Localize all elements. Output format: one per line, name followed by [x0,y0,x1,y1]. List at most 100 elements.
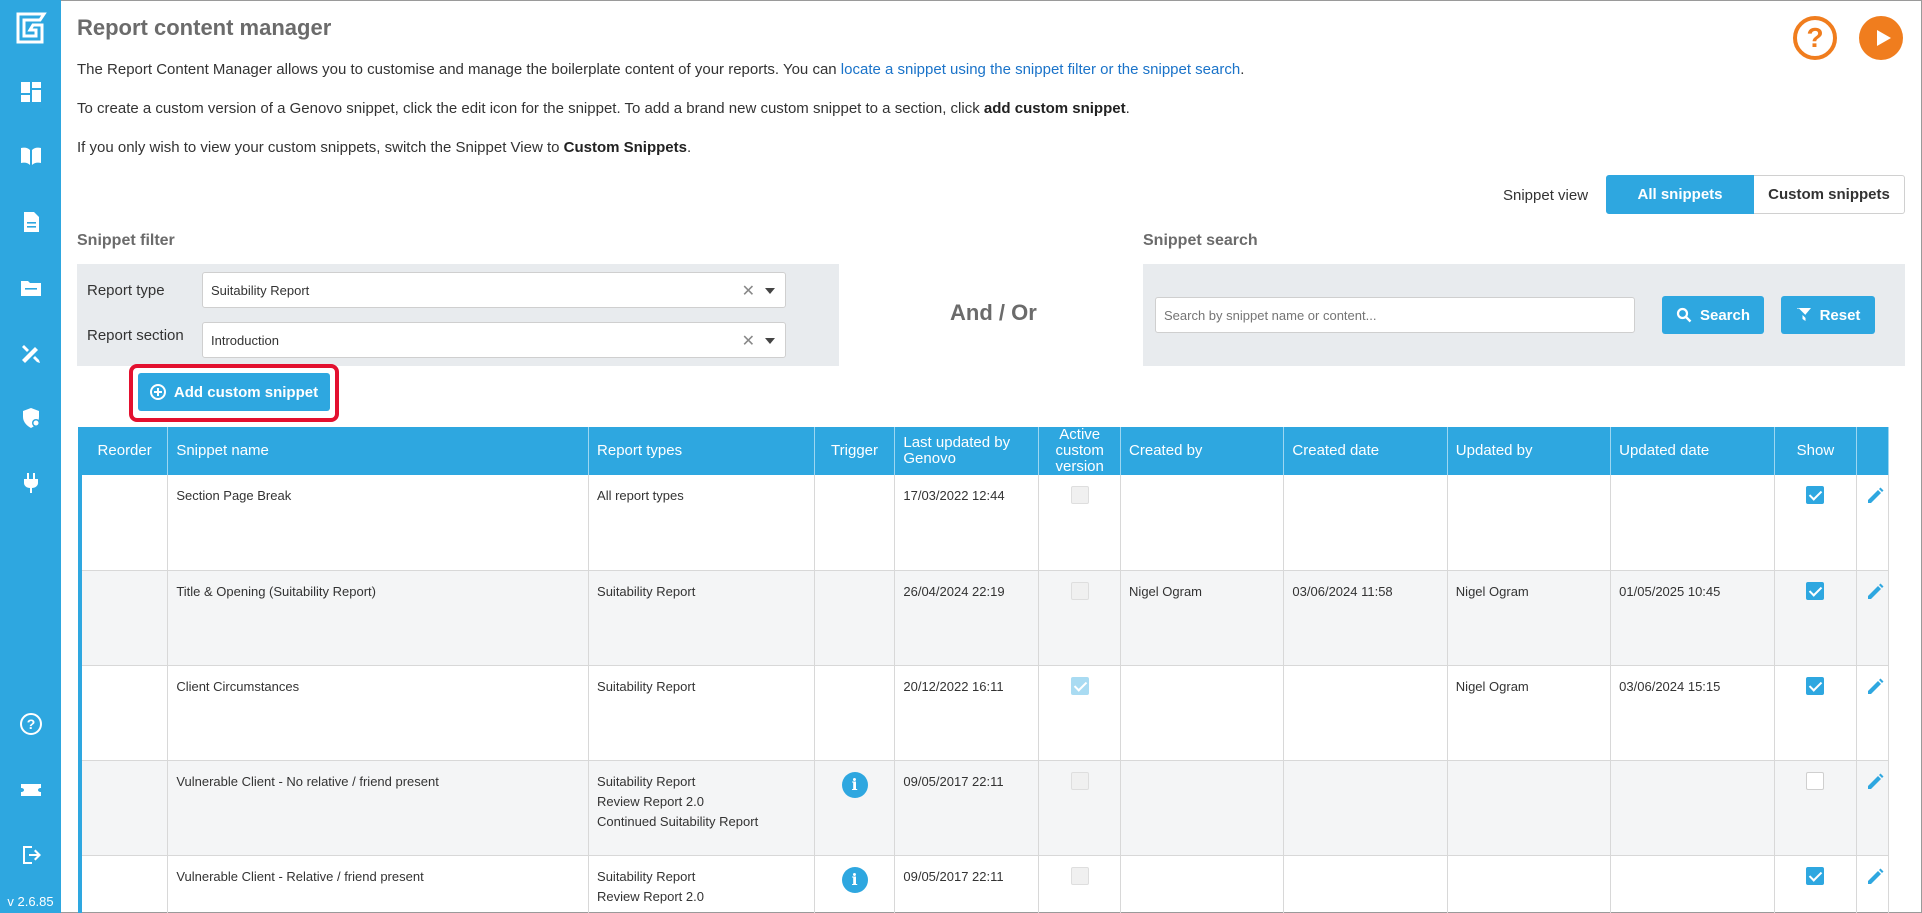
intro-text: If you only wish to view your custom sni… [77,139,564,156]
show-checkbox[interactable] [1806,866,1825,885]
created-date-cell: 03/06/2024 11:58 [1283,570,1448,666]
col-trigger[interactable]: Trigger [814,427,896,475]
report-section-select[interactable]: Introduction ✕ [202,322,786,358]
col-report-types[interactable]: Report types [588,427,815,475]
show-cell [1774,475,1858,571]
edit-icon[interactable] [1865,678,1885,700]
svg-text:?: ? [27,716,36,732]
play-icon [1876,30,1891,46]
snippet-view-label: Snippet view [1503,187,1589,204]
table-row[interactable]: Vulnerable Client - Relative / friend pr… [78,855,1889,913]
show-checkbox[interactable] [1806,486,1825,504]
created-date-cell [1283,665,1448,761]
tools-icon[interactable] [18,341,44,367]
locate-snippet-link[interactable]: locate a snippet using the snippet filte… [841,61,1240,78]
chevron-down-icon[interactable] [765,288,775,294]
dashboard-icon[interactable] [18,79,44,105]
edit-icon[interactable] [1865,487,1885,509]
app-logo[interactable] [12,10,48,46]
search-button[interactable]: Search [1662,296,1764,334]
intro-text: . [1240,61,1245,78]
col-created-by[interactable]: Created by [1120,427,1285,475]
col-active-custom[interactable]: Active custom version [1038,427,1122,475]
updated-by-cell [1447,760,1612,856]
document-icon[interactable] [18,209,44,235]
table-row[interactable]: Section Page Break All report types 17/03/… [78,475,1889,571]
play-tutorial-button[interactable] [1859,16,1903,60]
updated-by-cell: Nigel Ogram [1447,570,1612,666]
edit-cell [1856,665,1889,761]
edit-icon[interactable] [1865,773,1885,795]
help-icon[interactable]: ? [18,711,44,737]
created-by-cell [1120,855,1285,913]
clear-icon[interactable]: ✕ [742,331,755,351]
search-button-label: Search [1699,306,1751,324]
edit-icon[interactable] [1865,583,1885,605]
add-custom-snippet-label: Add custom snippet [173,383,319,401]
active-custom-cell [1038,760,1122,856]
filter-clear-icon [1796,308,1811,322]
last-updated-cell: 20/12/2022 16:11 [894,665,1040,761]
created-date-cell [1283,855,1448,913]
snippet-name-cell: Vulnerable Client - Relative / friend pr… [167,855,590,913]
active-custom-cell [1038,665,1122,761]
shield-settings-icon[interactable] [18,405,44,431]
clear-icon[interactable]: ✕ [742,281,755,301]
trigger-cell: i [814,855,896,913]
show-checkbox[interactable] [1806,676,1825,695]
show-cell [1774,760,1858,856]
reorder-cell[interactable] [78,570,169,666]
trigger-cell [814,475,896,571]
table-header-row: Reorder Snippet name Report types Trigge… [78,427,1889,475]
col-show[interactable]: Show [1774,427,1858,475]
col-updated-date[interactable]: Updated date [1610,427,1775,475]
reorder-cell[interactable] [78,760,169,856]
report-type-value: Suitability Report [211,282,310,298]
show-checkbox[interactable] [1806,581,1825,600]
snippet-filter-panel: Report type Suitability Report ✕ Report … [77,264,839,366]
reorder-cell[interactable] [78,855,169,913]
intro-line-1: The Report Content Manager allows you to… [77,61,1244,78]
updated-by-cell [1447,475,1612,571]
reset-button[interactable]: Reset [1781,296,1875,334]
created-by-cell [1120,475,1285,571]
folder-icon[interactable] [18,275,44,301]
table-row[interactable]: Client Circumstances Suitability Report 20… [78,665,1889,761]
col-actions [1856,427,1889,475]
plug-icon[interactable] [18,470,44,496]
info-icon[interactable]: i [841,771,868,798]
col-updated-by[interactable]: Updated by [1447,427,1612,475]
active-custom-checkbox [1070,486,1089,504]
col-reorder[interactable]: Reorder [78,427,169,475]
show-cell [1774,570,1858,666]
info-icon[interactable]: i [841,866,868,893]
updated-date-cell [1610,475,1775,571]
report-types-cell: Suitability Report [588,665,815,761]
table-row[interactable]: Title & Opening (Suitability Report) Suit… [78,570,1889,666]
plus-circle-icon [149,384,166,400]
all-snippets-toggle[interactable]: All snippets [1606,175,1754,214]
custom-snippets-toggle[interactable]: Custom snippets [1754,175,1905,214]
chevron-down-icon[interactable] [765,338,775,344]
trigger-cell [814,665,896,761]
page-title: Report content manager [77,15,332,40]
snippet-search-title: Snippet search [1143,232,1258,249]
active-custom-cell [1038,855,1122,913]
reorder-cell[interactable] [78,665,169,761]
help-button[interactable]: ? [1793,16,1837,60]
ticket-icon[interactable] [18,777,44,803]
col-created-date[interactable]: Created date [1283,427,1448,475]
search-input[interactable] [1155,297,1635,333]
report-types-cell: Suitability Report Review Report 2.0 [588,855,815,913]
report-type-select[interactable]: Suitability Report ✕ [202,272,786,308]
show-checkbox[interactable] [1806,771,1825,790]
reorder-cell[interactable] [78,475,169,571]
table-row[interactable]: Vulnerable Client - No relative / friend… [78,760,1889,856]
add-custom-snippet-button[interactable]: Add custom snippet [138,373,330,411]
snippet-name-cell: Title & Opening (Suitability Report) [167,570,590,666]
edit-icon[interactable] [1865,868,1885,890]
col-last-updated[interactable]: Last updated by Genovo [894,427,1040,475]
logout-icon[interactable] [18,842,44,868]
col-snippet-name[interactable]: Snippet name [167,427,590,475]
library-icon[interactable] [18,143,44,169]
